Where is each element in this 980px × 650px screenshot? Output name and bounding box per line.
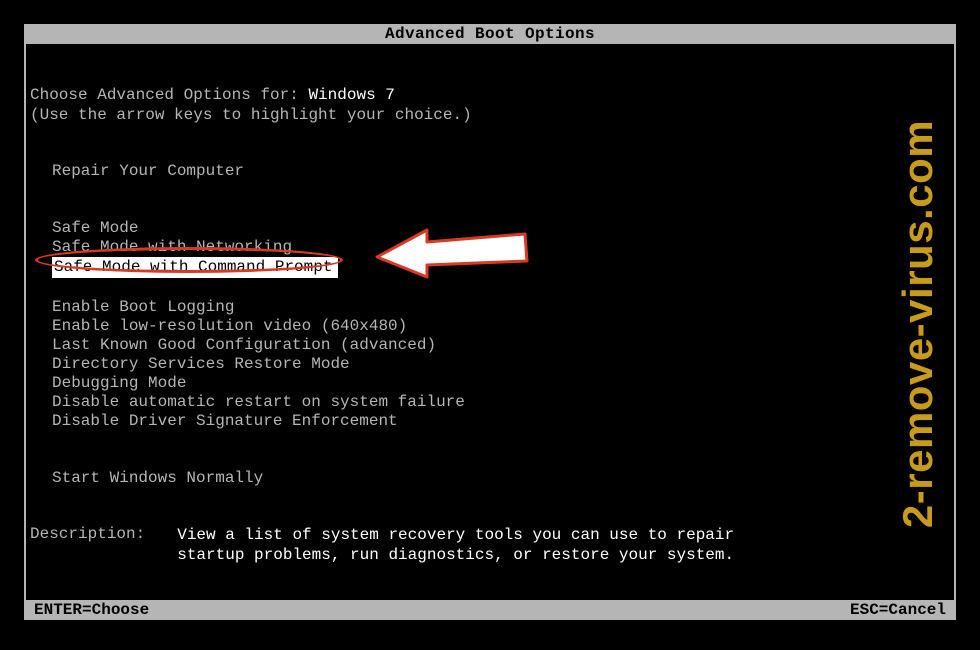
option-group: Repair Your Computer [52,162,950,181]
option-group: Start Windows Normally [52,469,950,488]
os-name: Windows 7 [308,86,394,104]
window-title: Advanced Boot Options [385,25,595,43]
option-disable-driver-sig[interactable]: Disable Driver Signature Enforcement [52,412,950,431]
option-group: Enable Boot Logging Enable low-resolutio… [52,298,950,431]
option-group: Safe Mode Safe Mode with Networking Safe… [52,219,950,278]
option-enable-boot-logging[interactable]: Enable Boot Logging [52,298,950,317]
option-disable-auto-restart[interactable]: Disable automatic restart on system fail… [52,393,950,412]
option-safe-mode-networking[interactable]: Safe Mode with Networking [52,238,950,257]
option-debugging-mode[interactable]: Debugging Mode [52,374,950,393]
prompt-prefix: Choose Advanced Options for: [30,86,308,104]
footer-esc-hint: ESC=Cancel [850,601,946,619]
option-safe-mode-command-prompt[interactable]: Safe Mode with Command Prompt [52,257,338,278]
description-section: Description: View a list of system recov… [30,525,737,565]
description-label: Description: [30,525,145,565]
option-last-known-good[interactable]: Last Known Good Configuration (advanced) [52,336,950,355]
prompt-line: Choose Advanced Options for: Windows 7 [30,86,950,104]
instruction-text: (Use the arrow keys to highlight your ch… [30,106,950,124]
footer-bar: ENTER=Choose ESC=Cancel [24,600,956,620]
footer-enter-hint: ENTER=Choose [34,601,149,619]
description-text: View a list of system recovery tools you… [177,525,737,565]
boot-options-list: Repair Your Computer Safe Mode Safe Mode… [52,162,950,488]
option-repair-your-computer[interactable]: Repair Your Computer [52,162,950,181]
title-bar: Advanced Boot Options [24,24,956,44]
option-ds-restore-mode[interactable]: Directory Services Restore Mode [52,355,950,374]
content-area: Choose Advanced Options for: Windows 7 (… [30,56,950,488]
option-start-normally[interactable]: Start Windows Normally [52,469,950,488]
option-safe-mode[interactable]: Safe Mode [52,219,950,238]
option-low-res-video[interactable]: Enable low-resolution video (640x480) [52,317,950,336]
